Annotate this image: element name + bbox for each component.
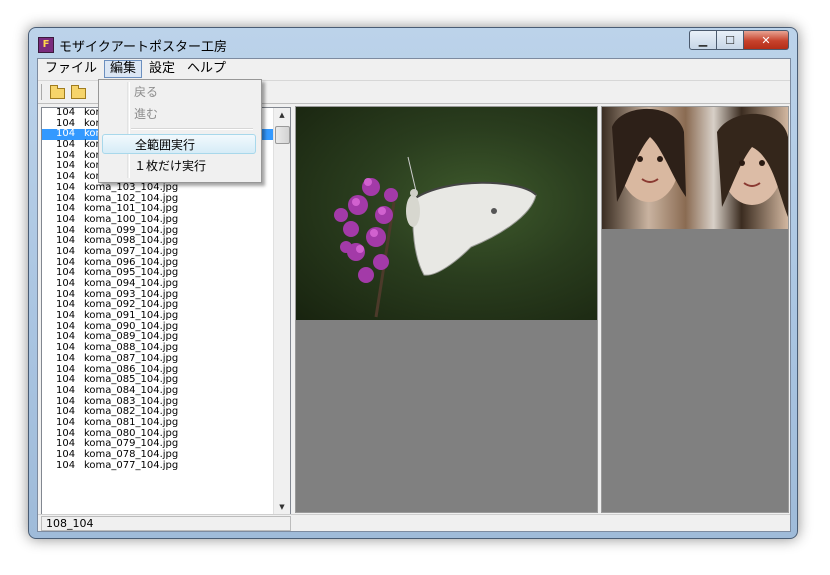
maximize-icon: ☐ <box>725 33 735 47</box>
source-image-panel <box>295 106 598 513</box>
folder-icon <box>71 85 86 99</box>
list-item-number: 104 <box>56 352 76 364</box>
list-item-number: 104 <box>56 384 76 396</box>
list-item-filename: koma_079_104.jpg <box>84 438 179 450</box>
minimize-icon: ▁ <box>698 33 708 47</box>
list-item-filename: koma_097_104.jpg <box>84 245 179 257</box>
list-item-filename: koma_100_104.jpg <box>84 213 179 225</box>
list-item-filename: koma_080_104.jpg <box>84 427 179 439</box>
close-button[interactable]: ✕ <box>744 30 789 50</box>
list-item-filename: koma_098_104.jpg <box>84 235 179 247</box>
list-item-filename: koma_077_104.jpg <box>84 459 179 471</box>
list-item-filename: koma_086_104.jpg <box>84 363 179 375</box>
list-item-number: 104 <box>56 181 76 193</box>
status-text: 108_104 <box>41 516 291 531</box>
list-item-filename: koma_099_104.jpg <box>84 224 179 236</box>
list-item-filename: koma_081_104.jpg <box>84 416 179 428</box>
list-item-filename: koma_082_104.jpg <box>84 406 179 418</box>
open-folder-icon <box>50 85 65 99</box>
menu-run-all[interactable]: 全範囲実行 <box>102 134 256 154</box>
list-item[interactable]: 104 koma_077_104.jpg <box>42 459 274 472</box>
mosaic-illustration <box>612 108 788 217</box>
menu-run-one[interactable]: １枚だけ実行 <box>102 156 256 176</box>
butterfly-illustration <box>334 156 537 318</box>
menu-bar: ファイル 編集 設定 ヘルプ <box>38 59 790 79</box>
window-title: モザイクアートポスター工房 <box>59 40 227 55</box>
title-bar[interactable]: F モザイクアートポスター工房 ▁ ☐ ✕ <box>29 28 797 58</box>
maximize-button[interactable]: ☐ <box>717 30 744 50</box>
new-folder-button[interactable] <box>69 84 87 100</box>
list-item-filename: koma_088_104.jpg <box>84 342 179 354</box>
list-item-filename: koma_093_104.jpg <box>84 288 179 300</box>
list-item-filename: koma_083_104.jpg <box>84 395 179 407</box>
list-item-filename: koma_096_104.jpg <box>84 256 179 268</box>
list-item-filename: koma_078_104.jpg <box>84 449 179 460</box>
list-scrollbar[interactable]: ▲ ▼ <box>273 108 290 514</box>
list-item-filename: koma_089_104.jpg <box>84 331 179 343</box>
scroll-thumb[interactable] <box>275 126 290 144</box>
menu-undo[interactable]: 戻る <box>102 82 256 102</box>
list-item-filename: koma_094_104.jpg <box>84 278 179 289</box>
open-folder-button[interactable] <box>48 84 66 100</box>
menu-help[interactable]: ヘルプ <box>182 60 231 78</box>
butterfly-photo <box>296 107 597 320</box>
list-item-filename: koma_091_104.jpg <box>84 310 179 322</box>
list-item-filename: koma_101_104.jpg <box>84 203 179 215</box>
minimize-button[interactable]: ▁ <box>689 30 717 50</box>
edit-menu-dropdown: 戻る 進む 全範囲実行 １枚だけ実行 <box>98 79 262 183</box>
menu-file[interactable]: ファイル <box>40 60 102 78</box>
list-item-filename: koma_084_104.jpg <box>84 384 179 396</box>
mosaic-preview-panel <box>601 106 789 513</box>
list-item-filename: koma_090_104.jpg <box>84 320 179 332</box>
list-item-filename: koma_092_104.jpg <box>84 299 179 311</box>
menu-edit[interactable]: 編集 <box>104 60 143 78</box>
app-icon[interactable]: F <box>38 37 54 53</box>
list-item-filename: koma_087_104.jpg <box>84 352 179 364</box>
scroll-down-icon[interactable]: ▼ <box>277 502 287 512</box>
list-item-filename: koma_085_104.jpg <box>84 374 179 386</box>
mosaic-photo <box>602 107 788 229</box>
toolbar-grip <box>41 84 44 100</box>
list-item-filename: koma_103_104.jpg <box>84 181 179 193</box>
scroll-up-icon[interactable]: ▲ <box>277 110 287 120</box>
list-item-filename: koma_102_104.jpg <box>84 192 179 204</box>
list-item-number: 104 <box>56 459 76 471</box>
caption-buttons: ▁ ☐ ✕ <box>689 30 789 50</box>
menu-redo[interactable]: 進む <box>102 104 256 124</box>
status-bar: 108_104 <box>38 514 790 531</box>
menu-settings[interactable]: 設定 <box>144 60 180 78</box>
list-item-filename: koma_095_104.jpg <box>84 267 179 279</box>
list-item-number: 104 <box>56 213 76 225</box>
menu-separator <box>131 128 253 130</box>
close-icon: ✕ <box>761 33 771 47</box>
